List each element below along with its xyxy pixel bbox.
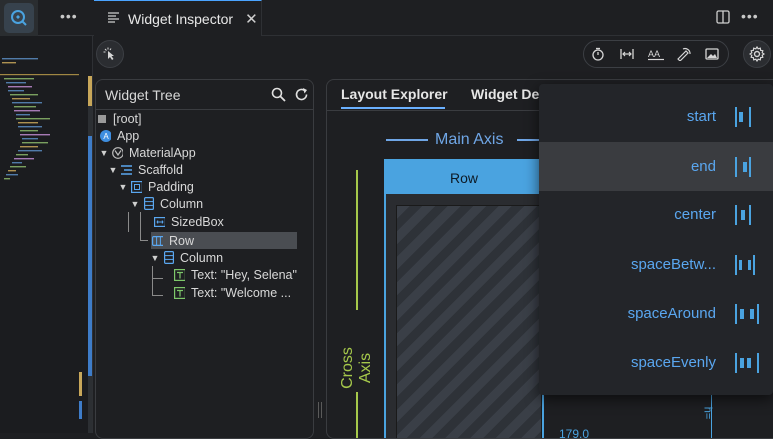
menu-item-start[interactable]: start [539, 92, 773, 141]
app-a-icon: A [100, 129, 111, 142]
tree-node-padding[interactable]: ▼ Padding [118, 178, 194, 195]
column-icon [163, 251, 174, 264]
close-icon[interactable]: ✕ [245, 10, 258, 28]
menu-item-label: spaceBetw... [630, 256, 716, 273]
align-center-icon [735, 204, 751, 225]
row-icon [152, 235, 163, 246]
menu-item-space-between[interactable]: spaceBetw... [539, 240, 773, 289]
guidelines-icon[interactable] [620, 47, 634, 64]
text-icon [174, 286, 185, 299]
tree-node-label: Column [180, 250, 224, 265]
chevron-down-icon[interactable]: ▼ [130, 199, 140, 209]
widget-inspector-tab[interactable]: Widget Inspector ✕ [94, 0, 262, 36]
tree-node-sizedbox[interactable]: SizedBox [154, 213, 224, 230]
align-start-icon [735, 106, 751, 127]
tree-node-label: Scaffold [138, 162, 183, 177]
minimap-code-graphic [0, 58, 92, 433]
tree-node-text-hey[interactable]: Text: "Hey, Selena" [174, 266, 297, 283]
tree-node-column-inner[interactable]: ▼ Column [150, 249, 224, 266]
menu-item-end[interactable]: end [539, 142, 773, 191]
chevron-down-icon[interactable]: ▼ [99, 148, 109, 158]
width-value: 179.0 [559, 427, 590, 439]
root-square-icon [96, 113, 107, 124]
pane-divider[interactable] [92, 36, 93, 433]
tree-node-label: Column [160, 196, 204, 211]
cross-axis-label: Cross Axis [339, 347, 374, 389]
baselines-icon[interactable]: AA [648, 46, 664, 65]
svg-text:A: A [103, 132, 109, 141]
settings-button[interactable] [743, 40, 771, 68]
main-axis-alignment-menu: start end center spaceBetw... spaceAroun… [539, 84, 773, 395]
tree-node-label: Row [169, 233, 195, 248]
split-editor-icon[interactable] [716, 10, 730, 27]
flutter-inspector-activity-button[interactable] [4, 3, 34, 33]
tree-node-text-welcome[interactable]: Text: "Welcome ... [174, 284, 291, 301]
cross-axis-line [356, 170, 358, 310]
more-actions-icon[interactable]: ••• [60, 8, 78, 24]
search-icon[interactable] [271, 87, 286, 105]
menu-item-space-around[interactable]: spaceAround [539, 289, 773, 338]
tree-node-label: App [117, 128, 140, 143]
menu-item-label: spaceEvenly [630, 354, 716, 371]
slow-animations-icon[interactable] [591, 47, 605, 64]
tab-more-actions-icon[interactable]: ••• [741, 8, 759, 24]
select-widget-mode-button[interactable] [96, 40, 124, 68]
sizedbox-icon [154, 216, 165, 227]
panel-resize-handle[interactable] [317, 402, 323, 418]
main-axis-label: Main Axis [435, 131, 504, 148]
align-space-evenly-icon [735, 352, 759, 373]
text-icon [174, 268, 185, 281]
gear-icon [749, 46, 765, 62]
tree-node-root[interactable]: [root] [96, 110, 142, 127]
tree-node-label: Padding [148, 179, 194, 194]
tree-node-row-selected[interactable]: Row [152, 232, 194, 249]
widget-tree-panel: Widget Tree [root] A App ▼ MaterialApp ▼… [95, 79, 314, 439]
padding-icon [131, 180, 142, 193]
menu-item-label: spaceAround [627, 305, 716, 322]
tree-node-label: Text: "Hey, Selena" [191, 267, 297, 282]
material-app-icon [112, 146, 123, 159]
repaint-rainbow-icon[interactable] [677, 47, 691, 64]
inspector-search-icon [11, 10, 27, 26]
tab-widget-details[interactable]: Widget Det [471, 86, 544, 102]
inspector-tools-group: AA [583, 40, 729, 68]
active-tab-underline [341, 107, 445, 109]
tab-layout-explorer[interactable]: Layout Explorer [341, 86, 448, 102]
height-label: h= [701, 406, 714, 420]
row-widget-box[interactable]: Row [384, 159, 544, 438]
tree-node-label: MaterialApp [129, 145, 196, 160]
highlight-images-icon[interactable] [705, 47, 719, 64]
align-space-around-icon [735, 303, 759, 324]
tree-node-materialapp[interactable]: ▼ MaterialApp [99, 144, 196, 161]
menu-item-label: end [690, 158, 716, 175]
tree-node-column[interactable]: ▼ Column [130, 195, 204, 212]
tree-node-label: [root] [113, 111, 142, 126]
column-icon [143, 197, 154, 210]
row-child-area[interactable] [396, 205, 542, 438]
chevron-down-icon[interactable]: ▼ [150, 253, 160, 263]
chevron-down-icon[interactable]: ▼ [108, 165, 118, 175]
menu-item-space-evenly[interactable]: spaceEvenly [539, 338, 773, 387]
tab-title: Widget Inspector [128, 10, 234, 27]
preview-lines-icon [108, 11, 120, 26]
tree-node-label: SizedBox [171, 214, 224, 229]
menu-item-center[interactable]: center [539, 190, 773, 239]
tree-node-scaffold[interactable]: ▼ Scaffold [108, 161, 183, 178]
menu-item-label: center [674, 206, 716, 223]
cross-axis-line [356, 392, 358, 438]
align-space-between-icon [735, 254, 755, 275]
chevron-down-icon[interactable]: ▼ [118, 182, 128, 192]
code-minimap [0, 36, 92, 433]
tree-node-app[interactable]: A App [100, 127, 139, 144]
pointer-click-icon [103, 47, 114, 60]
scaffold-icon [121, 164, 132, 175]
widget-tree-title: Widget Tree [105, 87, 181, 103]
row-widget-label: Row [386, 161, 542, 194]
tree-node-label: Text: "Welcome ... [191, 285, 292, 300]
refresh-icon[interactable] [294, 87, 309, 105]
main-axis-line [386, 139, 428, 141]
align-end-icon [735, 156, 751, 177]
menu-item-label: start [686, 108, 716, 125]
svg-text:AA: AA [648, 49, 660, 59]
